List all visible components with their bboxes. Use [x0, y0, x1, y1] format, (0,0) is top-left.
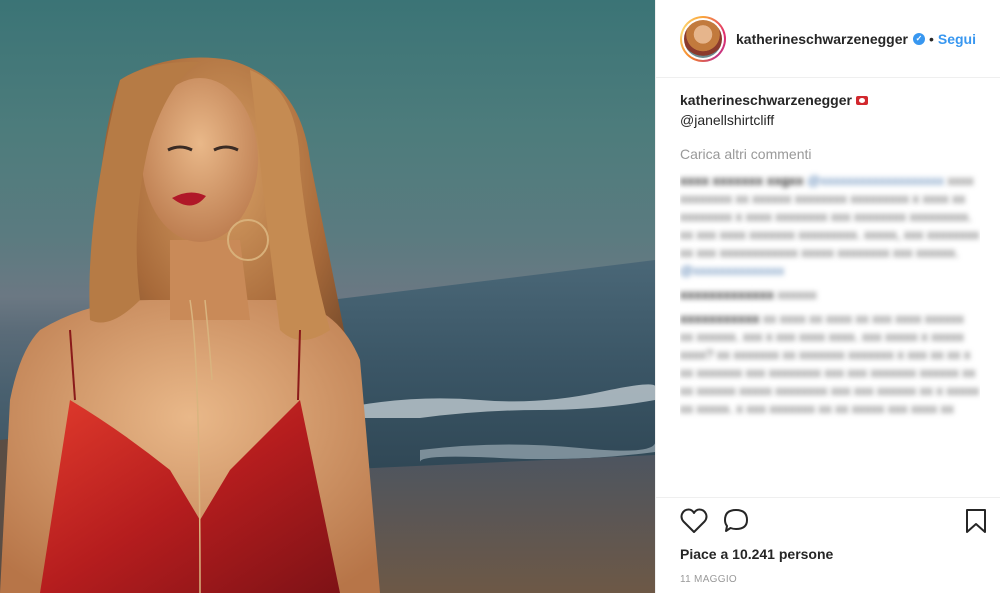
heart-icon[interactable]	[680, 508, 708, 539]
post-photo[interactable]	[0, 0, 655, 593]
actions-bar: Piace a 10.241 persone 11 MAGGIO	[656, 497, 1000, 593]
post-date[interactable]: 11 MAGGIO	[680, 574, 737, 585]
caption-mention[interactable]: @janellshirtcliff	[680, 112, 980, 128]
bookmark-icon[interactable]	[965, 508, 987, 539]
caption-username[interactable]: katherineschwarzenegger	[680, 92, 852, 108]
comments-section: katherineschwarzenegger @janellshirtclif…	[680, 92, 980, 497]
comment-icon[interactable]	[722, 508, 750, 539]
camera-icon	[855, 96, 868, 106]
verified-icon: ✓	[912, 32, 925, 45]
avatar[interactable]	[680, 15, 726, 62]
follow-button[interactable]: Segui	[938, 31, 976, 47]
load-more-comments-link[interactable]: Carica altri commenti	[680, 146, 980, 162]
photo-scene	[0, 57, 655, 593]
blurred-comments: xxxx xxxxxxx xxgxx @xxxxxxxxxxxxxxxxxxx …	[680, 173, 980, 416]
header-username[interactable]: katherineschwarzenegger	[736, 31, 908, 47]
avatar-image	[684, 19, 722, 58]
post-header: katherineschwarzenegger ✓ • Segui	[656, 0, 1000, 78]
post-panel: katherineschwarzenegger ✓ • Segui kather…	[655, 0, 1000, 593]
likes-count[interactable]: Piace a 10.241 persone	[680, 546, 833, 562]
separator-dot: •	[928, 30, 934, 47]
